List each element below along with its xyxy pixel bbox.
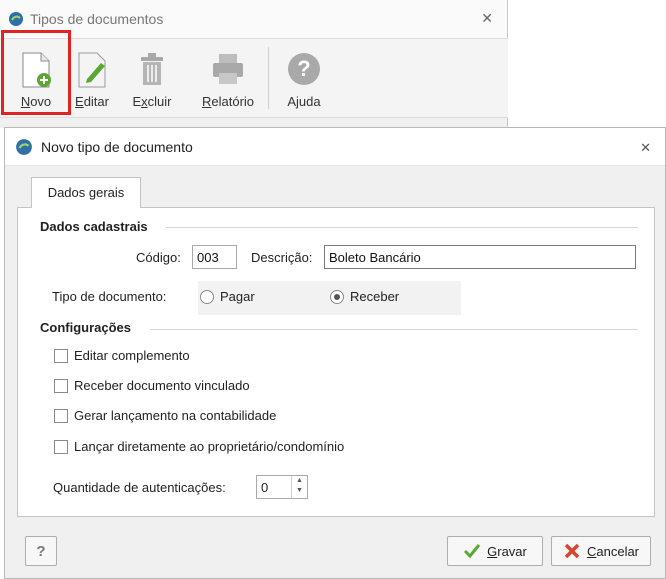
trash-icon bbox=[141, 53, 163, 85]
dados-gerais-panel: Dados cadastrais Código: Descrição: Tipo… bbox=[17, 207, 655, 517]
cancelar-label: Cancelar bbox=[586, 543, 640, 559]
tab-dados-gerais[interactable]: Dados gerais bbox=[31, 177, 141, 208]
radio-receber-circle bbox=[330, 289, 344, 304]
radio-receber-label: Receber bbox=[350, 289, 400, 304]
relatorio-label: Relatório bbox=[201, 94, 255, 109]
editar-button[interactable]: Editar bbox=[64, 45, 120, 111]
check-label: Lançar diretamente ao proprietário/condo… bbox=[74, 439, 345, 454]
relatorio-button[interactable]: Relatório bbox=[196, 45, 260, 111]
check-lancar-proprietario[interactable]: Lançar diretamente ao proprietário/condo… bbox=[54, 439, 344, 454]
x-icon bbox=[564, 543, 580, 559]
dialog-title: Novo tipo de documento bbox=[41, 138, 193, 155]
documents-window: Tipos de documentos ✕ Novo Editar Exclui… bbox=[0, 0, 508, 128]
checkbox bbox=[54, 378, 68, 393]
printer-icon bbox=[213, 54, 243, 84]
edit-document-icon bbox=[78, 52, 106, 88]
check-editar-complemento[interactable]: Editar complemento bbox=[54, 348, 190, 363]
autenticacoes-stepper[interactable]: 0 ▲ ▼ bbox=[256, 475, 308, 499]
cancelar-button[interactable]: Cancelar bbox=[551, 536, 651, 566]
excluir-button[interactable]: Excluir bbox=[124, 45, 180, 111]
radio-pagar[interactable]: Pagar bbox=[200, 289, 255, 304]
toolbar-separator bbox=[268, 47, 269, 109]
chevron-up-icon[interactable]: ▲ bbox=[292, 476, 307, 486]
help-button[interactable]: ? bbox=[25, 536, 57, 566]
radio-pagar-circle bbox=[200, 289, 214, 304]
autenticacoes-value: 0 bbox=[261, 480, 269, 495]
checkbox bbox=[54, 408, 68, 423]
chevron-down-icon[interactable]: ▼ bbox=[292, 486, 307, 496]
gravar-label: Gravar bbox=[487, 543, 527, 559]
descricao-input[interactable] bbox=[324, 245, 636, 269]
radio-receber[interactable]: Receber bbox=[330, 289, 399, 304]
app-icon bbox=[9, 12, 23, 26]
codigo-label: Código: bbox=[136, 250, 181, 265]
autenticacoes-label: Quantidade de autenticações: bbox=[53, 480, 226, 495]
toolbar: Novo Editar Excluir Relatório ? Ajuda bbox=[0, 38, 508, 118]
check-receber-documento-vinculado[interactable]: Receber documento vinculado bbox=[54, 378, 250, 393]
excluir-label: Excluir bbox=[132, 94, 172, 109]
documents-window-titlebar: Tipos de documentos bbox=[0, 0, 507, 38]
dialog-titlebar: Novo tipo de documento bbox=[5, 128, 665, 166]
tipo-documento-radio-group: Pagar Receber bbox=[198, 281, 461, 315]
new-document-type-dialog: Novo tipo de documento ✕ Dados gerais Da… bbox=[4, 127, 666, 579]
section-divider bbox=[166, 227, 638, 228]
configuracoes-heading: Configurações bbox=[40, 320, 132, 335]
check-icon bbox=[464, 544, 481, 559]
radio-pagar-label: Pagar bbox=[220, 289, 255, 304]
app-icon bbox=[16, 138, 32, 155]
editar-label: Editar bbox=[75, 94, 109, 109]
check-label: Receber documento vinculado bbox=[74, 378, 250, 393]
descricao-label: Descrição: bbox=[251, 250, 313, 265]
tipo-documento-label: Tipo de documento: bbox=[52, 289, 167, 304]
dialog-close-icon[interactable]: ✕ bbox=[640, 140, 651, 156]
checkbox bbox=[54, 348, 68, 363]
novo-highlight-box bbox=[1, 30, 71, 115]
section-divider bbox=[150, 329, 638, 330]
documents-window-close-icon[interactable]: ✕ bbox=[481, 10, 493, 27]
gravar-button[interactable]: Gravar bbox=[447, 536, 543, 566]
svg-text:?: ? bbox=[297, 56, 310, 81]
codigo-input[interactable] bbox=[192, 245, 237, 269]
check-label: Editar complemento bbox=[74, 348, 190, 363]
help-icon: ? bbox=[288, 53, 320, 85]
ajuda-label: Ajuda bbox=[287, 94, 321, 109]
check-label: Gerar lançamento na contabilidade bbox=[74, 408, 277, 423]
ajuda-button[interactable]: ? Ajuda bbox=[276, 45, 332, 111]
documents-window-title: Tipos de documentos bbox=[30, 11, 164, 27]
dados-cadastrais-heading: Dados cadastrais bbox=[40, 219, 148, 234]
stepper-arrows[interactable]: ▲ ▼ bbox=[291, 476, 307, 498]
checkbox bbox=[54, 439, 68, 454]
check-gerar-lancamento[interactable]: Gerar lançamento na contabilidade bbox=[54, 408, 276, 423]
